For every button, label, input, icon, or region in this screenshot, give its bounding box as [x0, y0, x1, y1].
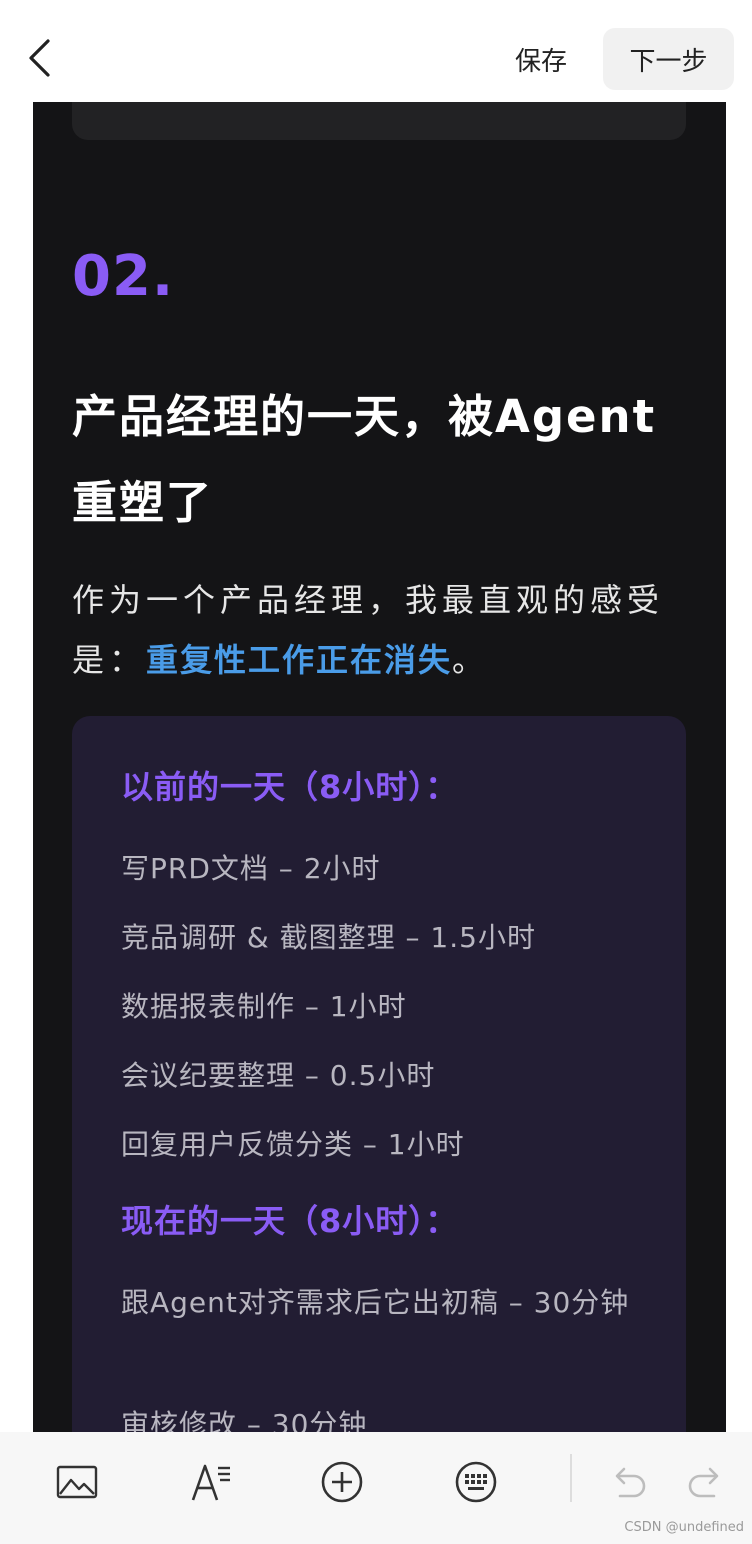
save-button[interactable]: 保存	[506, 36, 576, 82]
list-item: 审核修改 – 30分钟	[121, 1408, 368, 1432]
redo-icon	[688, 1467, 719, 1498]
list-item: 跟Agent对齐需求后它出初稿 – 30分钟	[121, 1286, 630, 1319]
previous-section-card	[72, 102, 686, 140]
top-bar: 保存 下一步	[0, 0, 752, 102]
undo-icon	[615, 1467, 646, 1498]
toolbar-divider	[570, 1454, 572, 1502]
list-item: 竞品调研 & 截图整理 – 1.5小时	[121, 921, 536, 954]
insert-image-button[interactable]	[47, 1452, 107, 1512]
intro-suffix: 。	[452, 641, 490, 679]
keyboard-button[interactable]	[446, 1452, 506, 1512]
add-circle-icon	[321, 1461, 363, 1503]
watermark: CSDN @undefined	[624, 1520, 744, 1535]
now-day-heading: 现在的一天（8小时）：	[121, 1202, 459, 1240]
editor-toolbar: CSDN @undefined	[0, 1432, 752, 1544]
insert-button[interactable]	[312, 1452, 372, 1512]
next-step-button[interactable]: 下一步	[603, 28, 734, 90]
intro-highlight: 重复性工作正在消失	[146, 641, 453, 679]
keyboard-icon	[455, 1461, 497, 1503]
before-day-heading: 以前的一天（8小时）：	[121, 768, 459, 806]
undo-button[interactable]	[598, 1452, 658, 1512]
list-item: 写PRD文档 – 2小时	[121, 852, 381, 885]
back-button[interactable]	[14, 30, 66, 86]
list-item: 数据报表制作 – 1小时	[121, 990, 407, 1023]
image-icon	[56, 1465, 98, 1499]
intro-paragraph: 作为一个产品经理，我最直观的感受是：重复性工作正在消失。	[72, 570, 690, 690]
list-item: 会议纪要整理 – 0.5小时	[121, 1059, 436, 1092]
chevron-left-icon	[29, 39, 50, 77]
section-title: 产品经理的一天，被Agent重塑了	[72, 390, 657, 529]
list-item: 回复用户反馈分类 – 1小时	[121, 1128, 465, 1161]
article-canvas[interactable]: 02. 产品经理的一天，被Agent重塑了 作为一个产品经理，我最直观的感受是：…	[33, 102, 726, 1432]
day-comparison-card: 以前的一天（8小时）： 写PRD文档 – 2小时 竞品调研 & 截图整理 – 1…	[72, 716, 686, 1432]
redo-button[interactable]	[676, 1452, 736, 1512]
text-format-icon	[191, 1464, 230, 1501]
section-number: 02.	[72, 244, 175, 309]
text-format-button[interactable]	[182, 1452, 242, 1512]
